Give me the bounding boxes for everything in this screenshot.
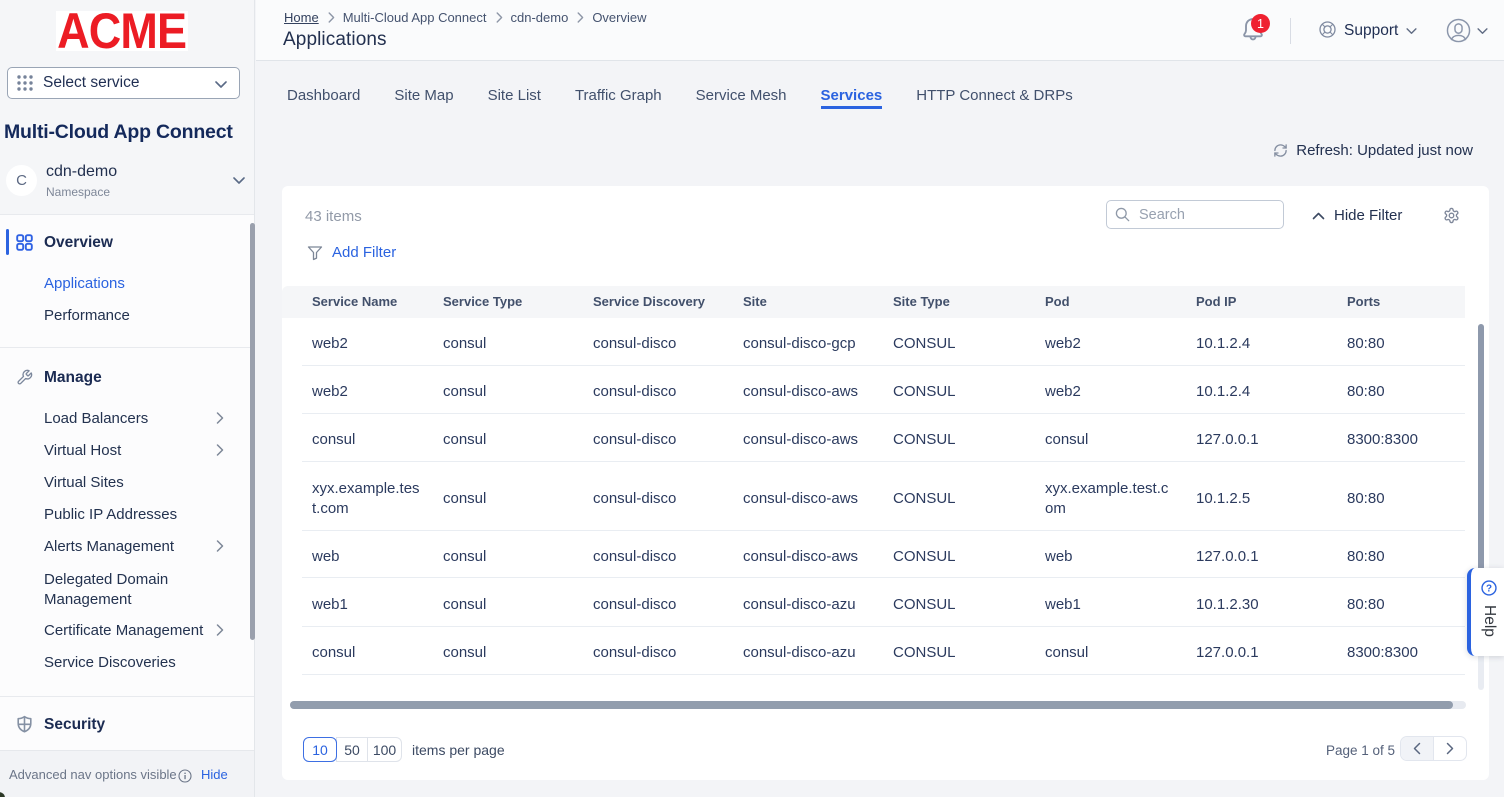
svg-text:?: ?	[1486, 583, 1492, 594]
